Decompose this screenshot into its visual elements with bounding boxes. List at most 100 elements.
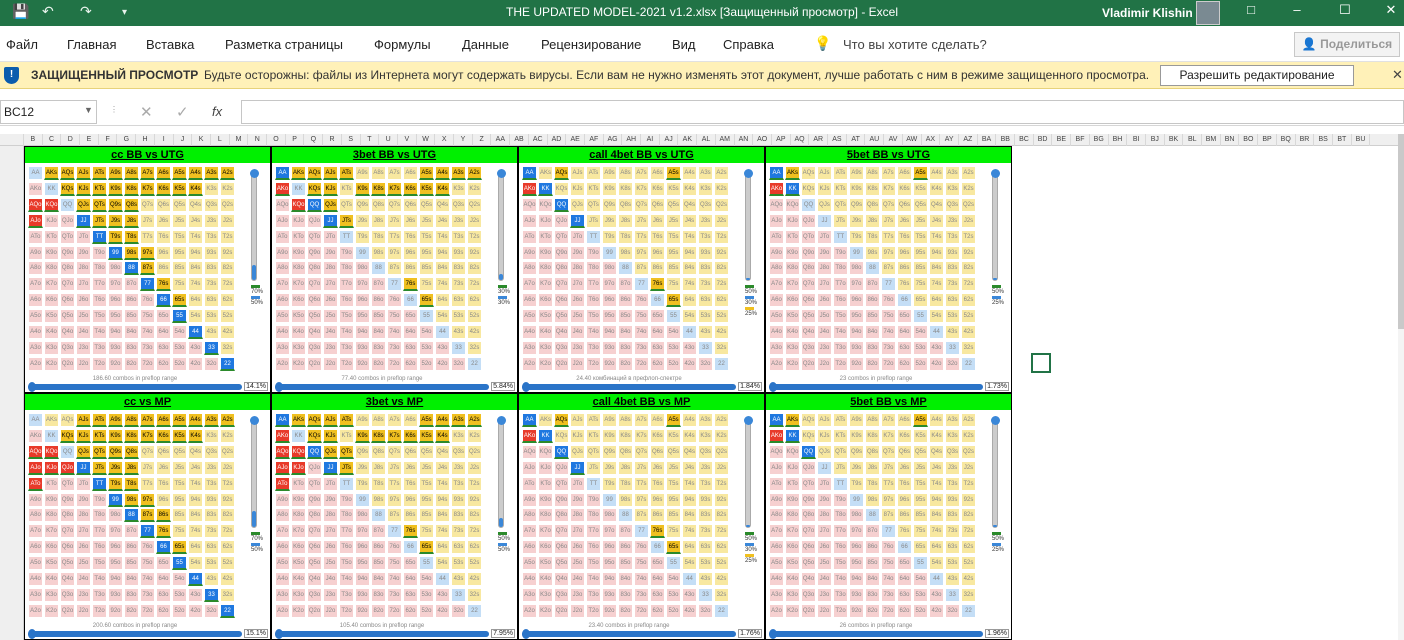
hand-cell[interactable]: T9o <box>586 245 601 260</box>
hand-cell[interactable]: 92o <box>849 356 864 371</box>
hand-cell[interactable]: 43o <box>682 587 697 602</box>
hand-cell[interactable]: 83s <box>451 508 466 523</box>
hand-cell[interactable]: Q8s <box>618 444 633 459</box>
hand-cell[interactable]: 83o <box>618 340 633 355</box>
hand-cell[interactable]: A5s <box>666 413 681 427</box>
hand-cell[interactable]: AQs <box>307 413 322 427</box>
slider-thumb[interactable] <box>991 416 1000 425</box>
hand-cell[interactable]: 64s <box>682 293 697 308</box>
hand-cell[interactable]: 93o <box>355 340 370 355</box>
hand-cell[interactable]: 87o <box>371 524 386 539</box>
hand-cell[interactable]: Q5s <box>172 444 187 459</box>
hand-cell[interactable]: 92s <box>220 492 235 507</box>
hand-cell[interactable]: AJs <box>76 413 91 427</box>
hand-cell[interactable]: A7s <box>140 413 155 427</box>
hand-cell[interactable]: A5s <box>172 166 187 180</box>
range-progress-bar[interactable] <box>769 629 983 639</box>
hand-cell[interactable]: 54s <box>435 556 450 571</box>
hand-cell[interactable]: J8o <box>76 261 91 276</box>
hand-cell[interactable]: 64o <box>403 325 418 339</box>
hand-cell[interactable]: T9s <box>108 229 123 244</box>
hand-cell[interactable]: Q3s <box>451 197 466 212</box>
hand-cell[interactable]: K9s <box>849 428 864 443</box>
hand-cell[interactable]: Q4s <box>435 197 450 212</box>
hand-cell[interactable]: JTs <box>339 213 354 228</box>
hand-cell[interactable]: 33 <box>698 587 713 602</box>
hand-cell[interactable]: K8o <box>785 508 800 523</box>
hand-cell[interactable]: AKo <box>28 181 43 196</box>
hand-cell[interactable]: Q5o <box>60 309 75 324</box>
hand-cell[interactable]: A4o <box>769 325 784 339</box>
hand-cell[interactable]: 42s <box>220 325 235 339</box>
hand-cell[interactable]: 43s <box>204 572 219 586</box>
hand-cell[interactable]: J8s <box>371 213 386 228</box>
hand-cell[interactable]: J8s <box>865 460 880 475</box>
hand-cell[interactable]: A3s <box>204 413 219 427</box>
hand-cell[interactable]: T9s <box>602 229 617 244</box>
hand-cell[interactable]: T6s <box>156 476 171 491</box>
hand-cell[interactable]: K7o <box>291 277 306 292</box>
hand-cell[interactable]: Q8o <box>801 261 816 276</box>
hand-cell[interactable]: K3s <box>451 181 466 196</box>
hand-cell[interactable]: J7s <box>140 460 155 475</box>
hand-cell[interactable]: 65o <box>897 309 912 324</box>
hand-cell[interactable]: 55 <box>419 309 434 324</box>
hand-cell[interactable]: T7s <box>140 476 155 491</box>
hand-cell[interactable]: A3o <box>28 340 43 355</box>
hand-cell[interactable]: KQs <box>801 181 816 196</box>
hand-cell[interactable]: Q8s <box>618 197 633 212</box>
hand-cell[interactable]: 84s <box>188 261 203 276</box>
hand-cell[interactable]: Q2s <box>961 444 976 459</box>
hand-cell[interactable]: K6s <box>156 428 171 443</box>
slider-thumb[interactable] <box>250 416 259 425</box>
column-header[interactable]: AJ <box>660 134 679 146</box>
hand-cell[interactable]: AJs <box>323 413 338 427</box>
column-header[interactable]: AI <box>641 134 660 146</box>
hand-cell[interactable]: 76s <box>156 524 171 539</box>
hand-cell[interactable]: 75s <box>419 277 434 292</box>
hand-cell[interactable]: 97o <box>602 277 617 292</box>
hand-cell[interactable]: 42s <box>467 572 482 586</box>
hand-cell[interactable]: T2s <box>220 229 235 244</box>
hand-cell[interactable]: J4s <box>188 460 203 475</box>
hand-cell[interactable]: 94s <box>435 492 450 507</box>
hand-cell[interactable]: 43o <box>929 587 944 602</box>
hand-cell[interactable]: Q8o <box>60 261 75 276</box>
hand-cell[interactable]: J5s <box>172 460 187 475</box>
hand-cell[interactable]: 76o <box>634 540 649 555</box>
hand-cell[interactable]: A2s <box>714 413 729 427</box>
hand-cell[interactable]: 97o <box>355 277 370 292</box>
hand-cell[interactable]: AJo <box>28 460 43 475</box>
tell-me-input[interactable]: Что вы хотите сделать? <box>843 37 987 52</box>
hand-cell[interactable]: 64o <box>897 325 912 339</box>
hand-cell[interactable]: K7o <box>44 524 59 539</box>
hand-cell[interactable]: 53s <box>451 556 466 571</box>
hand-cell[interactable]: KK <box>538 181 553 196</box>
hand-cell[interactable]: J2s <box>467 460 482 475</box>
hand-cell[interactable]: J9o <box>323 245 338 260</box>
hand-cell[interactable]: J7s <box>881 460 896 475</box>
hand-cell[interactable]: 82s <box>714 261 729 276</box>
range-slider[interactable] <box>744 416 753 528</box>
hand-cell[interactable]: A3s <box>451 413 466 427</box>
range-progress-bar[interactable] <box>769 382 983 392</box>
hand-cell[interactable]: J2s <box>220 460 235 475</box>
hand-cell[interactable]: 42o <box>188 356 203 371</box>
hand-cell[interactable]: QJs <box>323 197 338 212</box>
hand-cell[interactable]: 42s <box>714 572 729 586</box>
hand-cell[interactable]: 63o <box>156 340 171 355</box>
hand-cell[interactable]: A2o <box>769 603 784 618</box>
hand-cell[interactable]: 65o <box>403 556 418 571</box>
hand-cell[interactable]: 65s <box>419 540 434 555</box>
hand-cell[interactable]: A2s <box>467 413 482 427</box>
hand-cell[interactable]: 83s <box>945 261 960 276</box>
hand-cell[interactable]: 42o <box>188 603 203 618</box>
hand-cell[interactable]: 52o <box>172 356 187 371</box>
hand-cell[interactable]: K9s <box>602 428 617 443</box>
hand-cell[interactable]: 85o <box>124 556 139 571</box>
hand-cell[interactable]: J7s <box>387 460 402 475</box>
hand-cell[interactable]: QTo <box>307 229 322 244</box>
hand-cell[interactable]: T7o <box>586 277 601 292</box>
column-header[interactable]: AW <box>903 134 922 146</box>
hand-cell[interactable]: T7s <box>140 229 155 244</box>
